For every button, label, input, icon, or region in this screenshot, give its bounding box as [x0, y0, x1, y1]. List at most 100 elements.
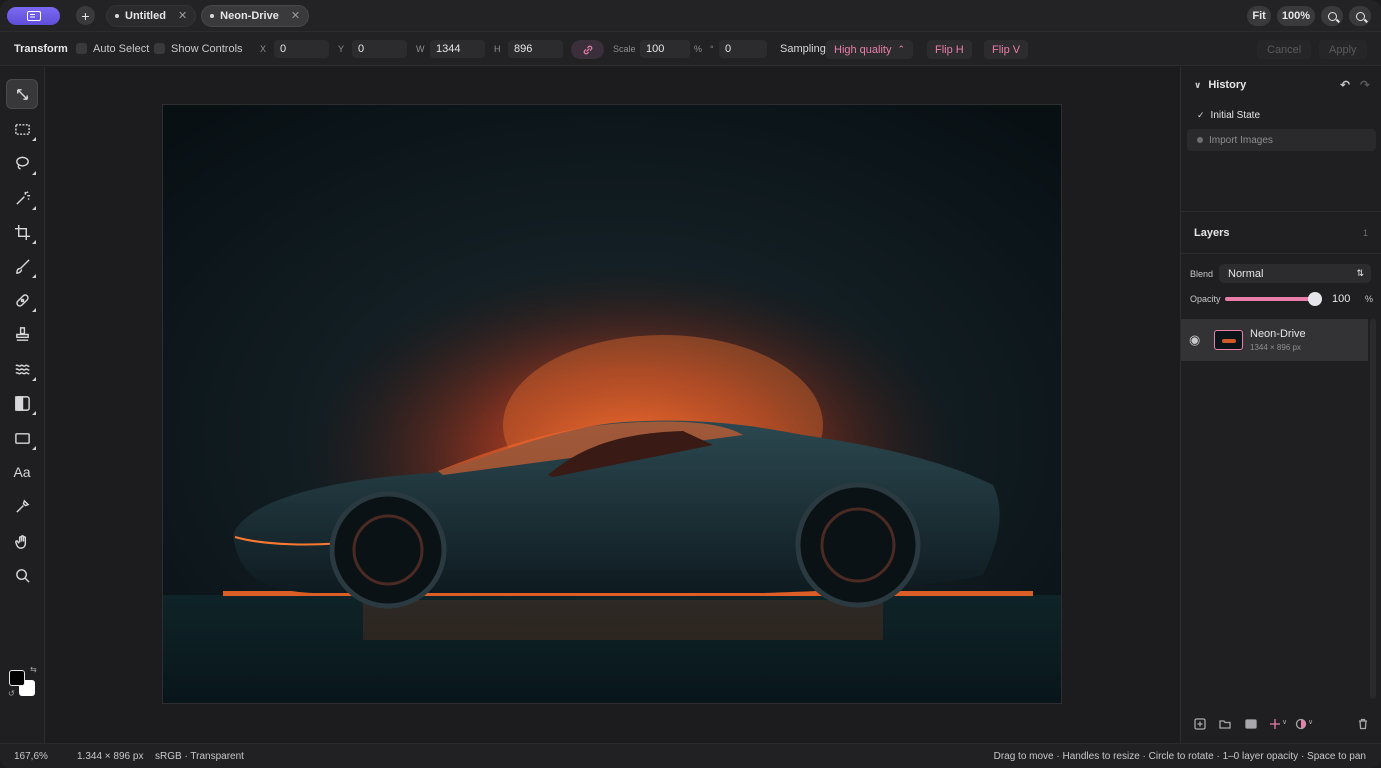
status-dimensions: 1.344 × 896 px [77, 750, 144, 762]
tool-crop[interactable] [6, 217, 38, 247]
reset-colors-icon[interactable]: ↺ [8, 689, 15, 698]
show-controls-checkbox[interactable]: Show Controls [154, 43, 243, 55]
panel-divider [1181, 253, 1381, 254]
layers-title: Layers [1194, 227, 1230, 239]
mask-icon[interactable] [1245, 718, 1257, 730]
zoom-icon [15, 568, 30, 583]
sampling-select[interactable]: High quality ⌃ [826, 40, 914, 59]
tool-healing[interactable] [6, 285, 38, 315]
magic-wand-icon [15, 190, 30, 205]
opacity-slider-handle[interactable] [1308, 292, 1322, 306]
flip-h-button[interactable]: Flip H [927, 40, 972, 59]
layers-footer-toolbar: ∨ ∨ [1181, 712, 1381, 736]
zoom-out-button[interactable] [1321, 6, 1343, 26]
brush-icon [15, 258, 30, 274]
gradient-icon [14, 395, 30, 411]
opacity-value[interactable]: 100 [1332, 293, 1350, 305]
move-transform-icon [16, 88, 28, 100]
width-field: W 1344 [416, 40, 485, 58]
app-menu-button[interactable] [7, 6, 60, 25]
tab-untitled[interactable]: Untitled ✕ [106, 4, 197, 27]
rotation-label: ° [710, 44, 714, 54]
layer-row-neon-drive[interactable]: ◉ Neon-Drive 1344 × 896 px [1181, 319, 1368, 361]
fit-button[interactable]: Fit [1247, 6, 1271, 26]
new-tab-button[interactable]: + [76, 6, 95, 25]
y-field: Y 0 [338, 40, 407, 58]
tool-liquify[interactable] [6, 354, 38, 384]
apply-button[interactable]: Apply [1319, 40, 1367, 59]
canvas-image-neon-drive[interactable] [162, 104, 1062, 704]
close-tab-icon[interactable]: ✕ [291, 9, 300, 22]
tool-marquee[interactable] [6, 114, 38, 144]
effects-sparkle-icon[interactable] [1269, 718, 1281, 730]
tool-brush[interactable] [6, 251, 38, 281]
checkbox-box [154, 43, 165, 54]
layers-scrollbar[interactable] [1370, 319, 1376, 699]
opacity-slider-track[interactable] [1225, 297, 1321, 301]
chevron-down-icon[interactable]: ∨ [1282, 718, 1287, 726]
show-controls-label: Show Controls [171, 42, 243, 55]
canvas-area[interactable] [46, 67, 1179, 743]
cancel-button[interactable]: Cancel [1257, 40, 1312, 59]
add-layer-icon[interactable] [1194, 718, 1206, 730]
tool-hand[interactable] [6, 526, 38, 556]
auto-select-checkbox[interactable]: Auto Select [76, 43, 149, 55]
new-group-folder-icon[interactable] [1219, 718, 1231, 730]
unsaved-dot-icon [115, 13, 119, 18]
history-item-initial-state[interactable]: ✓ Initial State [1187, 104, 1376, 126]
text-tool-icon: Aa [13, 464, 31, 480]
rotation-input[interactable]: 0 [719, 40, 767, 58]
zoom-in-button[interactable] [1349, 6, 1371, 26]
marquee-select-icon [14, 123, 30, 135]
foreground-color-swatch[interactable] [9, 670, 25, 686]
lasso-icon [15, 156, 29, 169]
checkmark-icon: ✓ [1197, 109, 1205, 120]
panel-divider [1181, 211, 1381, 212]
chevron-down-icon[interactable]: ∨ [1308, 718, 1313, 726]
swap-colors-icon[interactable]: ⇆ [30, 665, 37, 674]
redo-icon[interactable]: ↷ [1360, 78, 1370, 92]
zoom-out-icon [1327, 11, 1337, 21]
tool-lasso[interactable] [6, 148, 38, 178]
tool-text[interactable]: Aa [6, 457, 38, 487]
zoom-level-button[interactable]: 100% [1276, 6, 1315, 26]
history-header[interactable]: ∨ History ↶ ↷ [1181, 67, 1381, 103]
crop-icon [14, 224, 30, 240]
trash-icon[interactable] [1357, 718, 1369, 730]
status-color-info: sRGB · Transparent [155, 750, 244, 762]
height-input[interactable]: 896 [508, 40, 563, 58]
blend-mode-select[interactable]: Normal ⇅ [1219, 264, 1371, 283]
height-field: H 896 [494, 40, 563, 58]
history-item-import-images[interactable]: Import Images [1187, 129, 1376, 151]
eye-visibility-icon[interactable]: ◉ [1189, 332, 1200, 348]
history-item-label: Initial State [1210, 109, 1261, 121]
tool-options-bar: Transform Auto Select Show Controls X 0 … [0, 32, 1381, 66]
unsaved-dot-icon [210, 13, 215, 18]
width-input[interactable]: 1344 [430, 40, 485, 58]
history-title: History [1208, 79, 1247, 91]
close-tab-icon[interactable]: ✕ [178, 9, 187, 22]
h-label: H [494, 44, 501, 54]
scale-input[interactable]: 100 [640, 40, 690, 58]
neon-sports-car-image [163, 105, 1061, 703]
right-panel: ∨ History ↶ ↷ ✓ Initial State Import Ima… [1180, 67, 1381, 743]
x-input[interactable]: 0 [274, 40, 329, 58]
tab-bar: + Untitled ✕ Neon-Drive ✕ Fit 100% [0, 0, 1381, 32]
tool-move[interactable] [6, 79, 38, 109]
y-input[interactable]: 0 [352, 40, 407, 58]
undo-icon[interactable]: ↶ [1340, 78, 1350, 92]
tool-eyedropper[interactable] [6, 491, 38, 521]
tool-gradient[interactable] [6, 388, 38, 418]
adjustment-contrast-icon[interactable] [1295, 718, 1307, 730]
updown-chevron-icon: ⇅ [1356, 268, 1364, 278]
tool-magic-wand[interactable] [6, 183, 38, 213]
layers-header: Layers 1 [1181, 215, 1381, 251]
tab-neon-drive[interactable]: Neon-Drive ✕ [201, 4, 310, 27]
link-aspect-button[interactable] [571, 40, 604, 59]
flip-v-button[interactable]: Flip V [984, 40, 1029, 59]
tool-shape[interactable] [6, 423, 38, 453]
chevron-down-icon[interactable]: ∨ [1194, 80, 1201, 91]
status-hint: Drag to move · Handles to resize · Circl… [993, 750, 1366, 762]
tool-zoom[interactable] [6, 560, 38, 590]
tool-stamp[interactable] [6, 319, 38, 349]
